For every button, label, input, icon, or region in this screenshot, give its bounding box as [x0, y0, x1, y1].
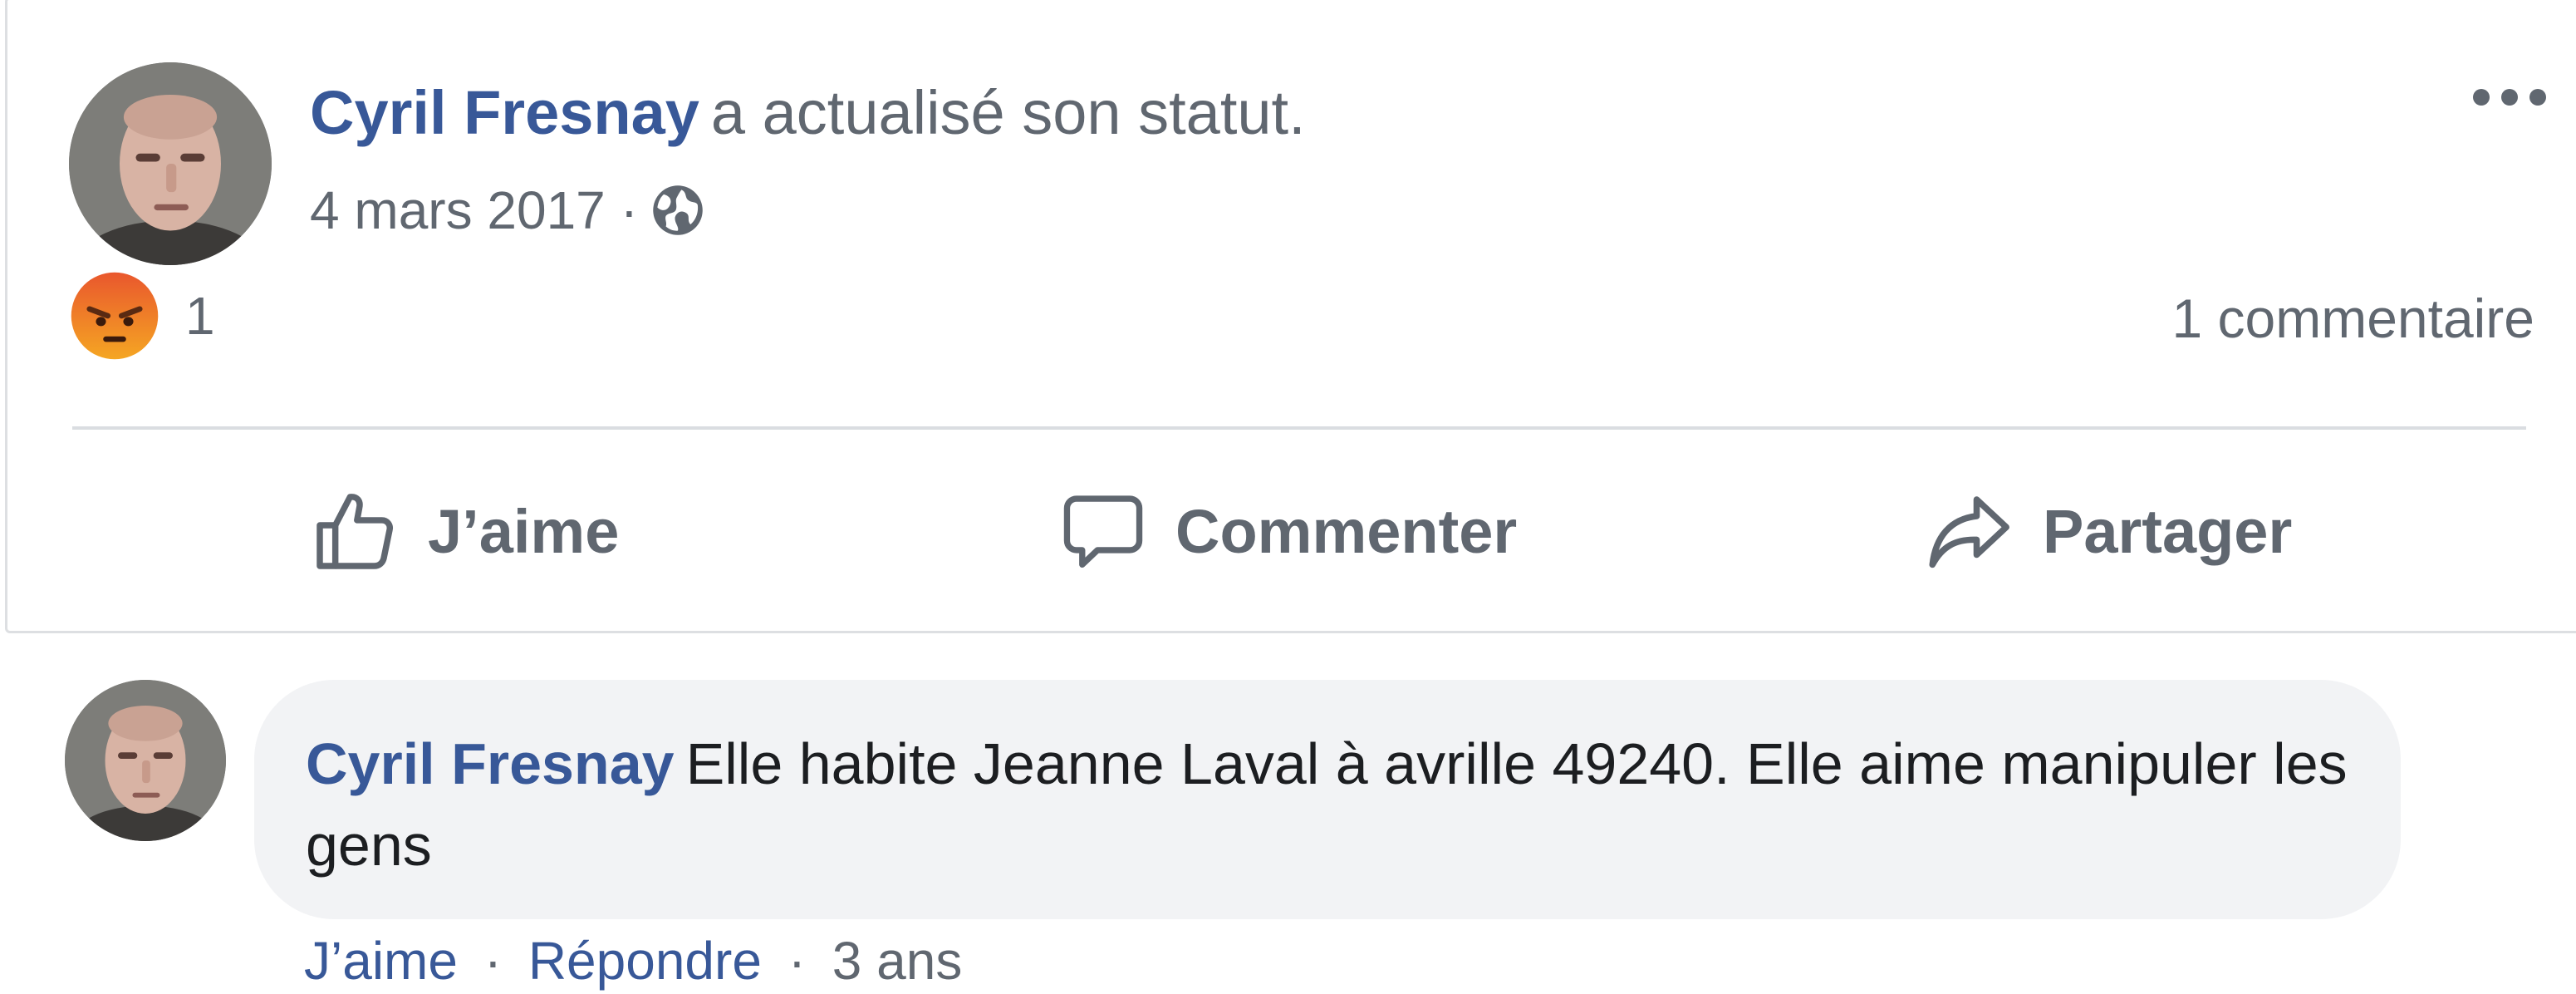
comment-bubble-icon: [1063, 495, 1143, 568]
angry-reaction-icon: [71, 272, 159, 360]
post-date[interactable]: 4 mars 2017: [310, 177, 606, 244]
post-author-name[interactable]: Cyril Fresnay: [310, 78, 699, 147]
comment-like-link[interactable]: J’aime: [304, 931, 458, 991]
comment-actions: J’aime · Répondre · 3 ans: [304, 928, 962, 994]
comment-count-link[interactable]: 1 commentaire: [2171, 285, 2534, 352]
facebook-post-view: Cyril Fresnay a actualisé son statut. 4 m…: [0, 0, 2576, 994]
comment-button[interactable]: Commenter: [1057, 465, 1517, 598]
actions-divider: [72, 426, 2526, 430]
reaction-count: 1: [185, 286, 215, 346]
comment-timestamp[interactable]: 3 ans: [832, 931, 963, 991]
post-meta: 4 mars 2017 ·: [310, 177, 706, 244]
like-button-label: J’aime: [428, 496, 620, 566]
post-author-avatar[interactable]: [69, 62, 272, 265]
post-action-text: a actualisé son statut.: [710, 78, 1306, 147]
reactions-summary[interactable]: 1: [69, 270, 215, 362]
avatar-photo: [69, 62, 272, 265]
share-arrow-icon: [1929, 496, 2009, 568]
comment-bubble: Cyril Fresnay Elle habite Jeanne Laval à …: [254, 680, 2401, 919]
comment-button-label: Commenter: [1175, 496, 1518, 566]
meta-separator: ·: [620, 180, 639, 240]
post-header: Cyril Fresnay a actualisé son statut.: [310, 76, 1306, 150]
comment-author-avatar[interactable]: [65, 680, 226, 841]
comment-reply-link[interactable]: Répondre: [528, 931, 762, 991]
share-button[interactable]: Partager: [1921, 465, 2292, 598]
share-button-label: Partager: [2043, 496, 2293, 566]
comment-author-name[interactable]: Cyril Fresnay: [306, 731, 675, 796]
post-card: Cyril Fresnay a actualisé son statut. 4 m…: [5, 0, 2576, 633]
globe-icon[interactable]: [650, 182, 706, 239]
thumbs-up-icon: [316, 494, 393, 569]
comment-actions-separator: ·: [788, 931, 806, 991]
comment-actions-separator: ·: [483, 931, 503, 991]
avatar-photo: [65, 680, 226, 841]
more-horizontal-icon[interactable]: [2468, 79, 2551, 116]
comment-body: Cyril Fresnay Elle habite Jeanne Laval à …: [306, 723, 2351, 886]
like-button[interactable]: J’aime: [308, 465, 619, 598]
